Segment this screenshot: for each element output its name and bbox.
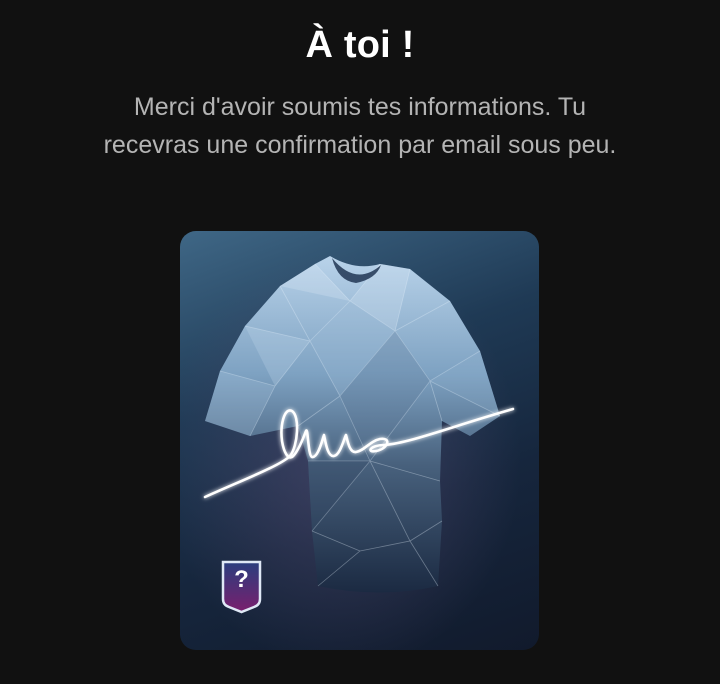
page-title: À toi ! [305,24,415,66]
confirmation-message-line-1: Merci d'avoir soumis tes informations. T… [133,93,587,121]
confirmation-page: À toi ! Merci d'avoir soumis tes informa… [0,0,720,684]
confirmation-message-line-2: recevras une confirmation par email sous… [103,131,617,159]
reward-card: ? [180,231,539,650]
confirmation-message: Merci d'avoir soumis tes informations. T… [40,88,680,164]
badge-question-mark: ? [234,566,249,593]
mystery-badge: ? [220,559,263,615]
